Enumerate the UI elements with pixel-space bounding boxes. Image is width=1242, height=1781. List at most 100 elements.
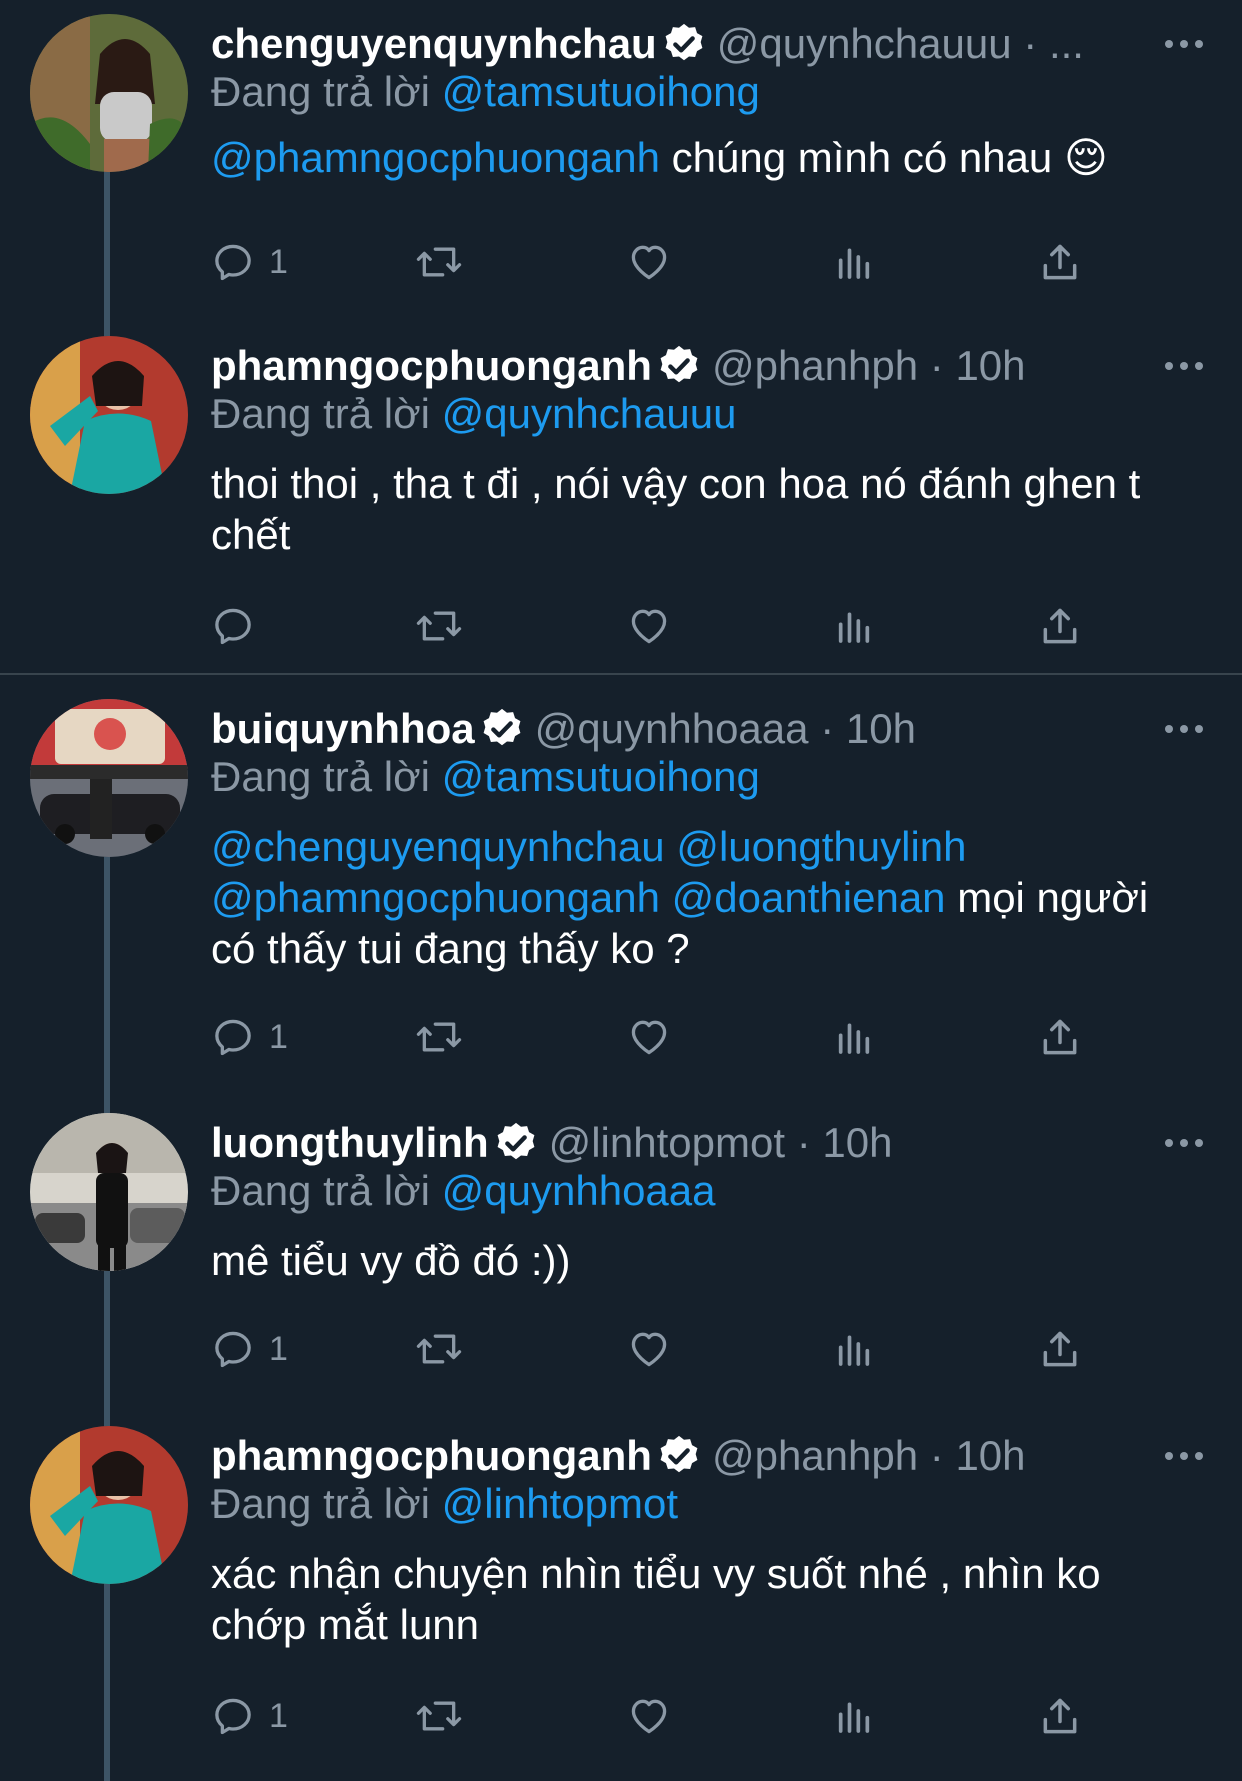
reply-button[interactable]: 1 xyxy=(211,234,288,290)
retweet-icon xyxy=(415,604,463,648)
tweet-text: thoi thoi , tha t đi , nói vậy con hoa n… xyxy=(211,460,1141,558)
more-icon[interactable] xyxy=(1156,1113,1212,1173)
retweet-button[interactable] xyxy=(415,234,463,290)
retweet-icon xyxy=(415,240,463,284)
reply-button[interactable]: 1 xyxy=(211,1321,288,1377)
user-handle[interactable]: @phanhph xyxy=(712,342,918,389)
share-button[interactable] xyxy=(1038,1009,1082,1065)
like-button[interactable] xyxy=(626,598,672,654)
timestamp[interactable]: 10h xyxy=(955,342,1025,389)
verified-badge-icon xyxy=(493,1120,539,1166)
timestamp[interactable]: 10h xyxy=(955,1432,1025,1479)
tweet-body: mê tiểu vy đồ đó :)) xyxy=(211,1235,1191,1286)
tweet-body: xác nhận chuyện nhìn tiểu vy suốt nhé , … xyxy=(211,1548,1191,1650)
views-icon xyxy=(834,604,874,648)
reply-to-mention[interactable]: @linhtopmot xyxy=(442,1480,678,1527)
reply-prefix: Đang trả lời xyxy=(211,390,430,437)
avatar[interactable] xyxy=(30,336,188,494)
mention-link[interactable]: @phamngocphuonganh xyxy=(211,134,660,181)
reply-icon xyxy=(211,1327,255,1371)
share-button[interactable] xyxy=(1038,234,1082,290)
divider xyxy=(0,673,1242,675)
reply-icon xyxy=(211,1694,255,1738)
tweet-actions: 1 xyxy=(211,1009,1091,1065)
more-icon[interactable] xyxy=(1156,699,1212,759)
retweet-icon xyxy=(415,1694,463,1738)
timestamp[interactable]: ... xyxy=(1049,20,1084,67)
reply-button[interactable] xyxy=(211,598,255,654)
tweet-body: @phamngocphuonganh chúng mình có nhau 😌 xyxy=(211,132,1191,183)
avatar[interactable] xyxy=(30,699,188,857)
reply-to-mention[interactable]: @quynhhoaaa xyxy=(442,1167,716,1214)
views-icon xyxy=(834,1694,874,1738)
tweet-text: chúng mình có nhau xyxy=(660,134,1064,181)
views-button[interactable] xyxy=(834,1009,874,1065)
retweet-button[interactable] xyxy=(415,1688,463,1744)
verified-badge-icon xyxy=(656,1433,702,1479)
reply-prefix: Đang trả lời xyxy=(211,753,430,800)
reply-to-mention[interactable]: @quynhchauuu xyxy=(442,390,737,437)
user-handle[interactable]: @linhtopmot xyxy=(549,1119,785,1166)
replying-to: Đang trả lời @quynhchauuu xyxy=(211,384,737,444)
share-button[interactable] xyxy=(1038,1321,1082,1377)
mention-link[interactable]: @luongthuylinh xyxy=(676,823,966,870)
replying-to: Đang trả lời @linhtopmot xyxy=(211,1474,678,1534)
share-icon xyxy=(1038,1694,1082,1738)
views-button[interactable] xyxy=(834,1321,874,1377)
retweet-icon xyxy=(415,1015,463,1059)
verified-badge-icon xyxy=(656,343,702,389)
views-icon xyxy=(834,1327,874,1371)
verified-badge-icon xyxy=(661,21,707,67)
avatar[interactable] xyxy=(30,1426,188,1584)
views-icon xyxy=(834,240,874,284)
retweet-button[interactable] xyxy=(415,1321,463,1377)
views-button[interactable] xyxy=(834,1688,874,1744)
like-button[interactable] xyxy=(626,234,672,290)
thread-line xyxy=(104,856,110,1114)
separator-dot: · xyxy=(796,1119,811,1166)
thread-line xyxy=(104,1582,110,1781)
heart-icon xyxy=(626,240,672,284)
share-button[interactable] xyxy=(1038,598,1082,654)
reply-icon xyxy=(211,1015,255,1059)
share-icon xyxy=(1038,1015,1082,1059)
share-icon xyxy=(1038,604,1082,648)
avatar[interactable] xyxy=(30,1113,188,1271)
timestamp[interactable]: 10h xyxy=(846,705,916,752)
views-button[interactable] xyxy=(834,598,874,654)
user-handle[interactable]: @phanhph xyxy=(712,1432,918,1479)
timestamp[interactable]: 10h xyxy=(822,1119,892,1166)
like-button[interactable] xyxy=(626,1321,672,1377)
like-button[interactable] xyxy=(626,1688,672,1744)
heart-icon xyxy=(626,1015,672,1059)
user-handle[interactable]: @quynhhoaaa xyxy=(535,705,809,752)
reply-to-mention[interactable]: @tamsutuoihong xyxy=(442,68,760,115)
thread-line xyxy=(104,1270,110,1430)
mention-link[interactable]: @doanthienan xyxy=(672,874,946,921)
more-icon[interactable] xyxy=(1156,1426,1212,1486)
reply-button[interactable]: 1 xyxy=(211,1009,288,1065)
tweet-body: thoi thoi , tha t đi , nói vậy con hoa n… xyxy=(211,458,1191,560)
mention-link[interactable]: @chenguyenquynhchau xyxy=(211,823,665,870)
reply-prefix: Đang trả lời xyxy=(211,1167,430,1214)
more-icon[interactable] xyxy=(1156,336,1212,396)
reply-to-mention[interactable]: @tamsutuoihong xyxy=(442,753,760,800)
heart-icon xyxy=(626,1327,672,1371)
tweet-actions: 1 xyxy=(211,234,1091,290)
reply-count: 1 xyxy=(269,242,288,281)
share-icon xyxy=(1038,240,1082,284)
more-icon[interactable] xyxy=(1156,14,1212,74)
avatar[interactable] xyxy=(30,14,188,172)
retweet-button[interactable] xyxy=(415,598,463,654)
like-button[interactable] xyxy=(626,1009,672,1065)
retweet-button[interactable] xyxy=(415,1009,463,1065)
tweet-text xyxy=(665,823,677,870)
replying-to: Đang trả lời @tamsutuoihong xyxy=(211,747,760,807)
share-button[interactable] xyxy=(1038,1688,1082,1744)
tweet-actions: 1 xyxy=(211,1688,1091,1744)
tweet-text xyxy=(660,874,672,921)
reply-button[interactable]: 1 xyxy=(211,1688,288,1744)
views-button[interactable] xyxy=(834,234,874,290)
user-handle[interactable]: @quynhchauuu xyxy=(717,20,1012,67)
mention-link[interactable]: @phamngocphuonganh xyxy=(211,874,660,921)
